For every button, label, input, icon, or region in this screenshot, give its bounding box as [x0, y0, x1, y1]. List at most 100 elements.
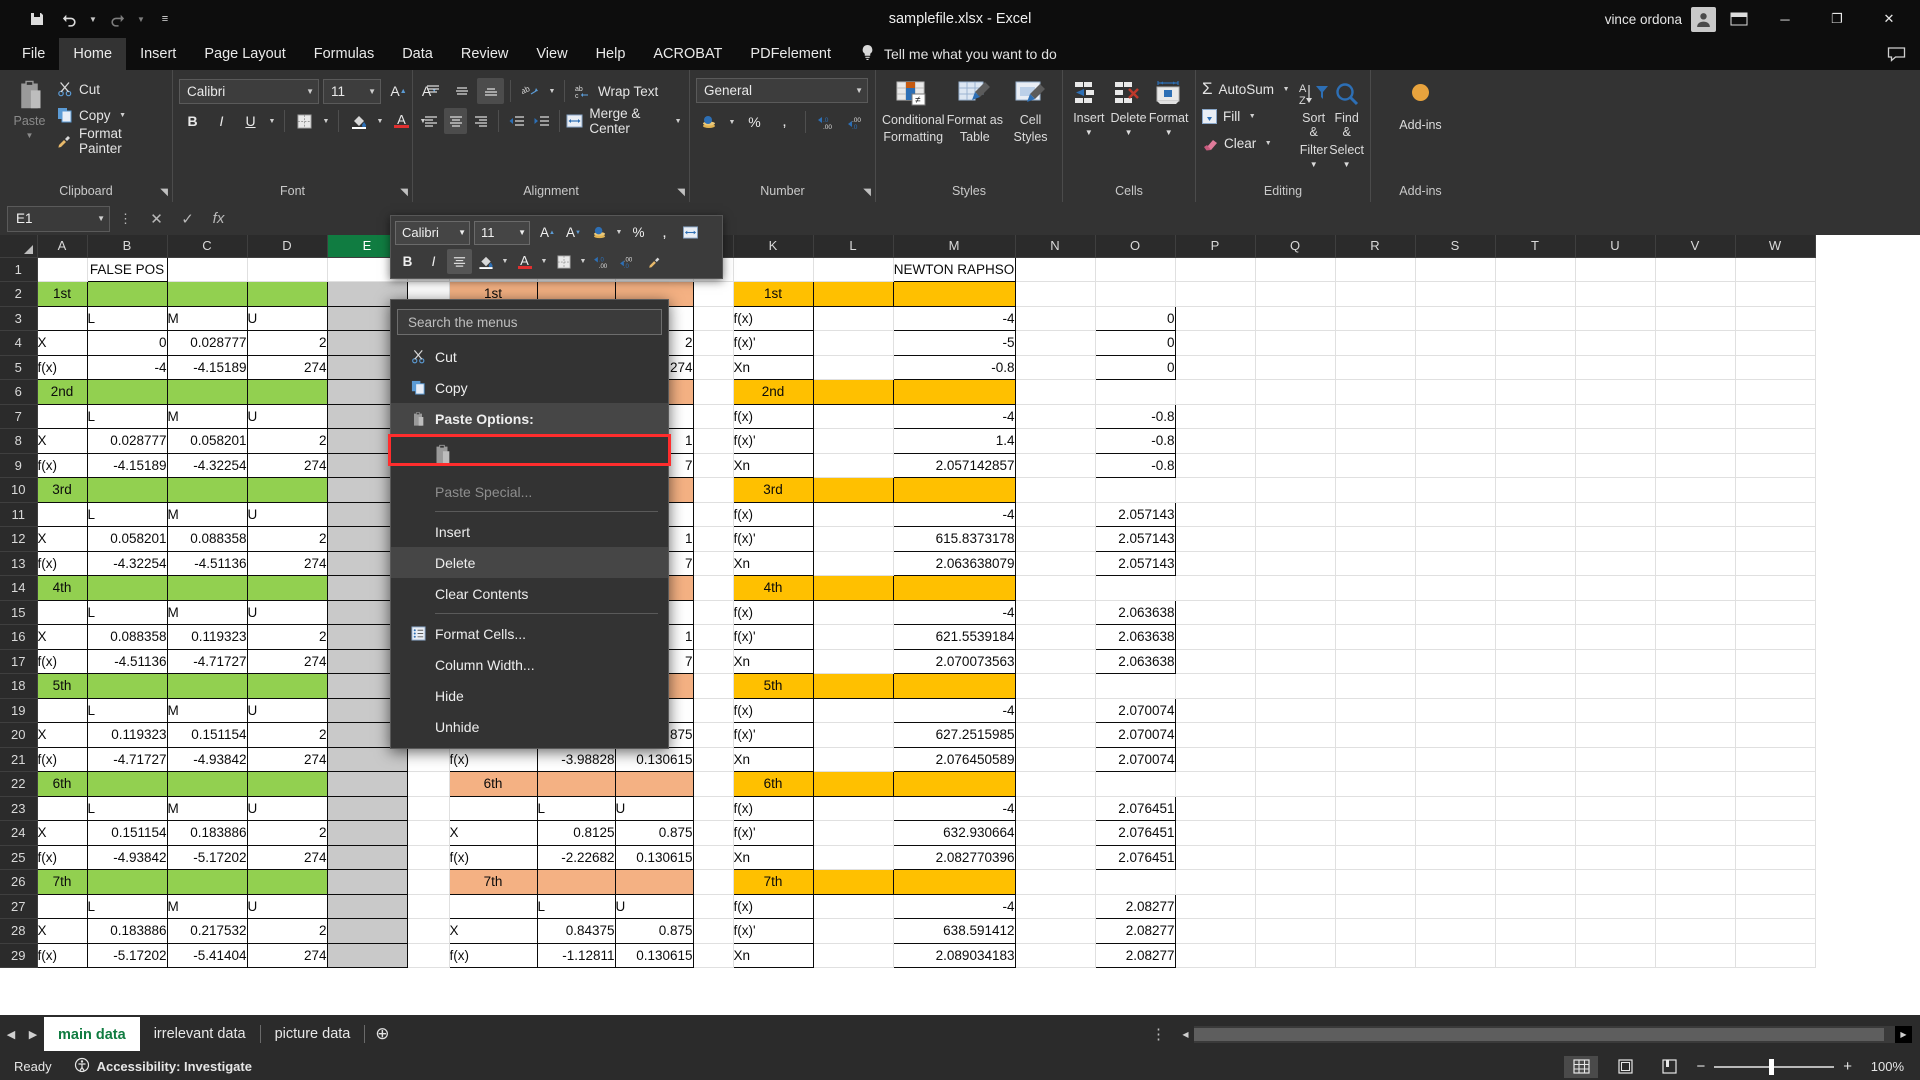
context-menu-item-format-cells[interactable]: Format Cells...: [391, 618, 668, 649]
cell-P28[interactable]: [1175, 919, 1255, 944]
cell-N7[interactable]: [1015, 404, 1095, 429]
cell-T21[interactable]: [1495, 747, 1575, 772]
context-menu-item-delete[interactable]: Delete: [391, 547, 668, 578]
cell-U12[interactable]: [1575, 527, 1655, 552]
mini-shrink-font-icon[interactable]: A▼: [561, 220, 586, 245]
merge-dropdown-icon[interactable]: ▼: [673, 118, 683, 125]
cell-A26[interactable]: 7th: [37, 870, 87, 895]
accounting-format-icon[interactable]: [696, 109, 723, 135]
cell-N5[interactable]: [1015, 355, 1095, 380]
cell-A11[interactable]: [37, 502, 87, 527]
tab-split-handle[interactable]: ⋮: [1141, 1025, 1177, 1043]
cell-K18[interactable]: 5th: [733, 674, 813, 699]
zoom-thumb[interactable]: [1769, 1059, 1774, 1075]
italic-button[interactable]: I: [208, 108, 235, 134]
bold-button[interactable]: B: [179, 108, 206, 134]
sort-filter-button[interactable]: AZ Sort & Filter ▼: [1298, 77, 1329, 169]
tab-file[interactable]: File: [8, 38, 59, 70]
cell-P12[interactable]: [1175, 527, 1255, 552]
cell-B8[interactable]: 0.028777: [87, 429, 167, 454]
cell-V6[interactable]: [1655, 380, 1735, 405]
cell-D8[interactable]: 2: [247, 429, 327, 454]
orientation-icon[interactable]: ab: [517, 78, 544, 104]
cell-L5[interactable]: [813, 355, 893, 380]
cell-J3[interactable]: [693, 306, 733, 331]
row-header-26[interactable]: 26: [0, 870, 37, 895]
mini-align-center-icon[interactable]: [447, 249, 472, 274]
cell-P7[interactable]: [1175, 404, 1255, 429]
column-header-q[interactable]: Q: [1255, 235, 1335, 257]
font-color-icon[interactable]: A: [388, 108, 415, 134]
cell-G29[interactable]: f(x): [449, 943, 537, 968]
cell-A20[interactable]: X: [37, 723, 87, 748]
insert-function-icon[interactable]: fx: [203, 206, 234, 232]
row-header-25[interactable]: 25: [0, 845, 37, 870]
cell-B16[interactable]: 0.088358: [87, 625, 167, 650]
cell-M23[interactable]: -4: [893, 796, 1015, 821]
cell-T15[interactable]: [1495, 600, 1575, 625]
cell-K22[interactable]: 6th: [733, 772, 813, 797]
cell-C5[interactable]: -4.15189: [167, 355, 247, 380]
table-row[interactable]: 1FALSE POSNEWTON RAPHSO: [0, 257, 1815, 282]
cell-G25[interactable]: f(x): [449, 845, 537, 870]
cell-B2[interactable]: [87, 282, 167, 307]
table-row[interactable]: 21f(x)-4.71727-4.93842274f(x)-3.988280.1…: [0, 747, 1815, 772]
add-sheet-button[interactable]: ⊕: [365, 1017, 399, 1051]
cell-K1[interactable]: [733, 257, 813, 282]
cell-N20[interactable]: [1015, 723, 1095, 748]
cell-V2[interactable]: [1655, 282, 1735, 307]
cell-Q29[interactable]: [1255, 943, 1335, 968]
cell-S5[interactable]: [1415, 355, 1495, 380]
wrap-text-button[interactable]: abc Wrap Text: [575, 79, 658, 103]
cell-B14[interactable]: [87, 576, 167, 601]
cell-W21[interactable]: [1735, 747, 1815, 772]
cell-B12[interactable]: 0.058201: [87, 527, 167, 552]
cell-D2[interactable]: [247, 282, 327, 307]
cell-M21[interactable]: 2.076450589: [893, 747, 1015, 772]
cell-W13[interactable]: [1735, 551, 1815, 576]
cell-O27[interactable]: 2.08277: [1095, 894, 1175, 919]
context-menu-item-unhide[interactable]: Unhide: [391, 711, 668, 742]
column-header-c[interactable]: C: [167, 235, 247, 257]
cell-M14[interactable]: [893, 576, 1015, 601]
cell-J28[interactable]: [693, 919, 733, 944]
cell-C28[interactable]: 0.217532: [167, 919, 247, 944]
mini-accounting-format-icon[interactable]: [587, 220, 612, 245]
cell-P15[interactable]: [1175, 600, 1255, 625]
cell-M18[interactable]: [893, 674, 1015, 699]
merge-center-button[interactable]: Merge & Center ▼: [566, 109, 683, 133]
cell-B25[interactable]: -4.93842: [87, 845, 167, 870]
cell-T16[interactable]: [1495, 625, 1575, 650]
cell-W18[interactable]: [1735, 674, 1815, 699]
cell-B4[interactable]: 0: [87, 331, 167, 356]
cell-P25[interactable]: [1175, 845, 1255, 870]
cell-G21[interactable]: f(x): [449, 747, 537, 772]
tab-acrobat[interactable]: ACROBAT: [639, 38, 736, 70]
cell-K28[interactable]: f(x)': [733, 919, 813, 944]
cell-Q24[interactable]: [1255, 821, 1335, 846]
cell-V13[interactable]: [1655, 551, 1735, 576]
context-menu-item-copy[interactable]: Copy: [391, 372, 668, 403]
context-menu-search[interactable]: Search the menus: [397, 309, 662, 335]
tab-home[interactable]: Home: [59, 38, 126, 70]
cell-D19[interactable]: U: [247, 698, 327, 723]
cell-K12[interactable]: f(x)': [733, 527, 813, 552]
cell-K2[interactable]: 1st: [733, 282, 813, 307]
cell-O28[interactable]: 2.08277: [1095, 919, 1175, 944]
cell-W8[interactable]: [1735, 429, 1815, 454]
prev-sheet-icon[interactable]: ◀: [0, 1019, 22, 1049]
cell-Q6[interactable]: [1255, 380, 1335, 405]
cell-S7[interactable]: [1415, 404, 1495, 429]
table-row[interactable]: 5f(x)-4-4.15189274f(x)274Xn-0.80: [0, 355, 1815, 380]
tab-help[interactable]: Help: [582, 38, 640, 70]
cell-K21[interactable]: Xn: [733, 747, 813, 772]
cell-U23[interactable]: [1575, 796, 1655, 821]
table-row[interactable]: 23LMULUf(x)-42.076451: [0, 796, 1815, 821]
cell-T22[interactable]: [1495, 772, 1575, 797]
cell-B15[interactable]: L: [87, 600, 167, 625]
hscroll-track[interactable]: ◀ ▶: [1177, 1026, 1912, 1043]
cell-D26[interactable]: [247, 870, 327, 895]
cell-G26[interactable]: 7th: [449, 870, 537, 895]
cell-J4[interactable]: [693, 331, 733, 356]
cell-R14[interactable]: [1335, 576, 1415, 601]
